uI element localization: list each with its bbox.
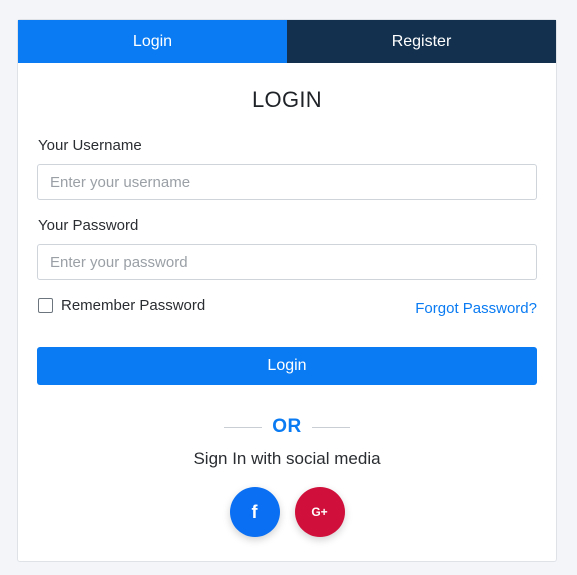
or-text: OR	[272, 416, 302, 437]
social-buttons: f G+	[18, 487, 556, 537]
or-divider: OR	[18, 416, 556, 438]
tab-login[interactable]: Login	[18, 20, 287, 63]
login-button[interactable]: Login	[37, 347, 537, 385]
divider-line-left	[224, 426, 263, 428]
remember-checkbox[interactable]	[38, 298, 53, 313]
forgot-password-link[interactable]: Forgot Password?	[415, 300, 537, 317]
remember-label: Remember Password	[61, 297, 206, 314]
auth-tabs: Login Register	[18, 20, 556, 63]
password-input[interactable]	[37, 244, 537, 280]
form-title: LOGIN	[252, 87, 322, 112]
google-plus-button[interactable]: G+	[294, 487, 345, 537]
google-plus-icon: G+	[311, 505, 328, 519]
facebook-button[interactable]: f	[229, 487, 280, 537]
login-card: Login Register LOGIN Your Username Your …	[17, 19, 557, 562]
facebook-icon: f	[251, 501, 258, 522]
tab-register[interactable]: Register	[287, 20, 556, 63]
password-label: Your Password	[38, 217, 139, 234]
social-caption: Sign In with social media	[193, 449, 381, 468]
username-label: Your Username	[38, 137, 142, 154]
remember-password: Remember Password	[38, 297, 205, 314]
username-input[interactable]	[37, 164, 537, 200]
divider-line-right	[311, 426, 350, 428]
